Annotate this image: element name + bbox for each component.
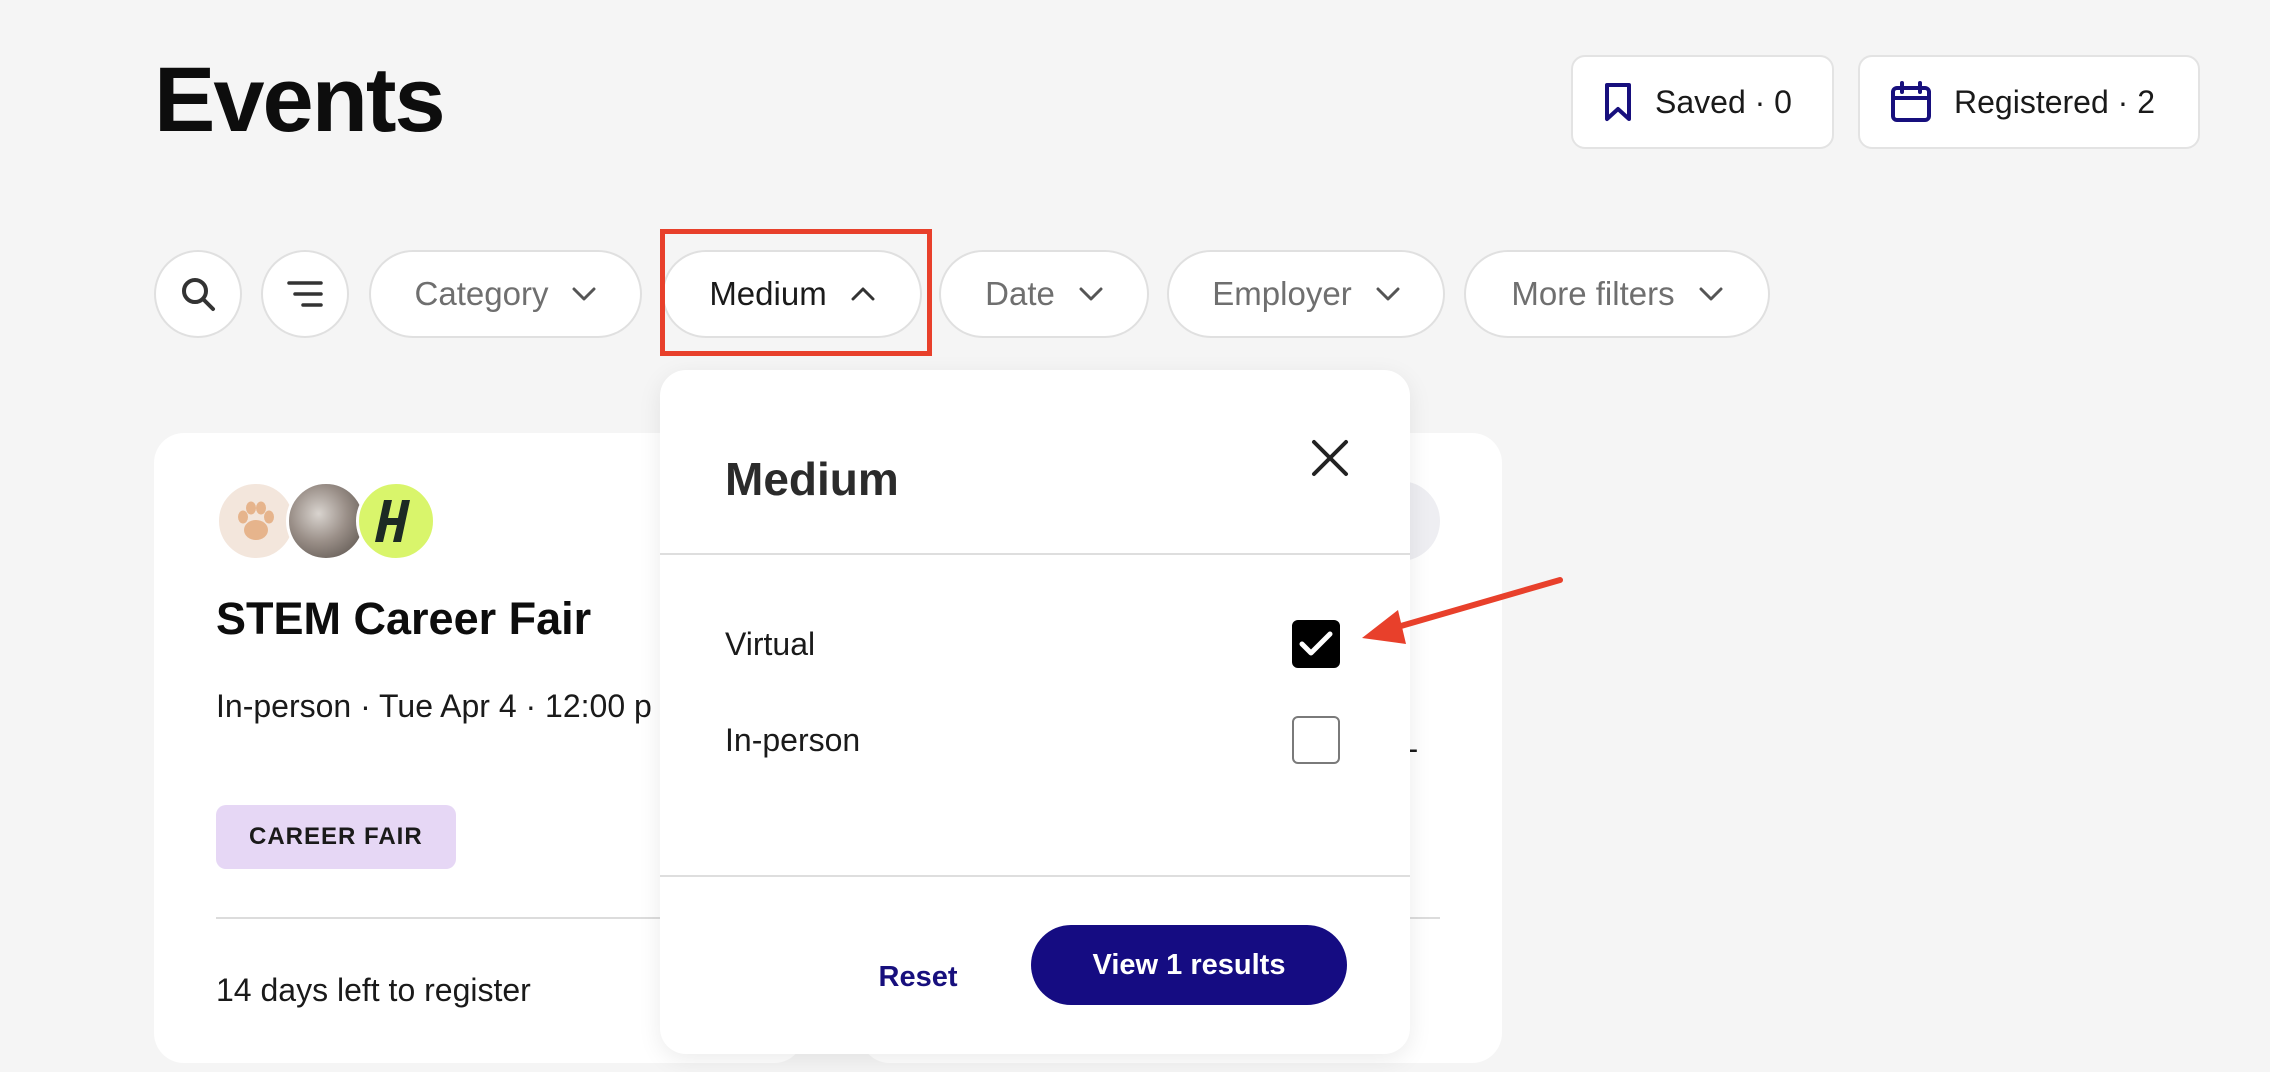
bookmark-icon bbox=[1605, 83, 1631, 121]
medium-filter[interactable]: Medium bbox=[662, 250, 922, 338]
events-page: Events Saved · 0 Registered · 2 Category… bbox=[0, 0, 2270, 1072]
annotation-arrow-icon bbox=[1362, 577, 1563, 644]
employer-filter-label: Employer bbox=[1212, 275, 1352, 312]
date-filter-label: Date bbox=[985, 275, 1055, 312]
date-filter[interactable]: Date bbox=[939, 250, 1149, 338]
more-filters-label: More filters bbox=[1511, 275, 1675, 312]
registration-deadline: 14 days left to register bbox=[216, 972, 531, 1008]
reset-button[interactable]: Reset bbox=[868, 947, 968, 1007]
registered-label: Registered · 2 bbox=[1954, 83, 2155, 120]
chevron-down-icon bbox=[1699, 287, 1723, 301]
chevron-up-icon bbox=[851, 287, 875, 301]
view-results-button[interactable]: View 1 results bbox=[1031, 925, 1347, 1005]
saved-label: Saved · 0 bbox=[1655, 83, 1792, 120]
checkmark-icon bbox=[1299, 631, 1333, 656]
page-title: Events bbox=[154, 49, 446, 151]
registered-button[interactable]: Registered · 2 bbox=[1858, 55, 2200, 149]
category-filter-label: Category bbox=[414, 275, 549, 312]
category-filter[interactable]: Category bbox=[369, 250, 642, 338]
search-button[interactable] bbox=[154, 250, 242, 338]
option-virtual[interactable]: Virtual bbox=[725, 614, 1340, 674]
chevron-down-icon bbox=[572, 287, 596, 301]
paw-icon bbox=[238, 501, 274, 540]
chevron-down-icon bbox=[1079, 287, 1103, 301]
avatar bbox=[216, 481, 296, 561]
search-icon bbox=[182, 278, 215, 311]
option-in-person[interactable]: In-person bbox=[725, 710, 1340, 770]
logo-h-icon bbox=[375, 500, 410, 542]
dropdown-divider bbox=[660, 875, 1410, 877]
sort-lines-icon bbox=[287, 281, 323, 307]
chevron-down-icon bbox=[1376, 287, 1400, 301]
dropdown-title: Medium bbox=[725, 453, 899, 505]
event-meta: In-person · Tue Apr 4 · 12:00 p bbox=[216, 688, 652, 724]
close-button[interactable] bbox=[1305, 433, 1355, 483]
sort-button[interactable] bbox=[261, 250, 349, 338]
option-label: Virtual bbox=[725, 625, 816, 662]
option-label: In-person bbox=[725, 721, 861, 758]
medium-filter-label: Medium bbox=[709, 275, 827, 312]
event-title[interactable]: STEM Career Fair bbox=[216, 593, 591, 645]
saved-button[interactable]: Saved · 0 bbox=[1571, 55, 1834, 149]
employer-filter[interactable]: Employer bbox=[1167, 250, 1445, 338]
calendar-icon bbox=[1891, 81, 1931, 122]
virtual-checkbox[interactable] bbox=[1292, 620, 1340, 668]
in-person-checkbox[interactable] bbox=[1292, 716, 1340, 764]
close-icon bbox=[1312, 440, 1348, 476]
dropdown-divider bbox=[660, 553, 1410, 555]
more-filters[interactable]: More filters bbox=[1464, 250, 1770, 338]
avatar bbox=[356, 481, 436, 561]
medium-dropdown: Medium Virtual In-person Reset View 1 re… bbox=[660, 370, 1410, 1054]
category-badge: CAREER FAIR bbox=[216, 805, 456, 869]
avatar bbox=[286, 481, 366, 561]
